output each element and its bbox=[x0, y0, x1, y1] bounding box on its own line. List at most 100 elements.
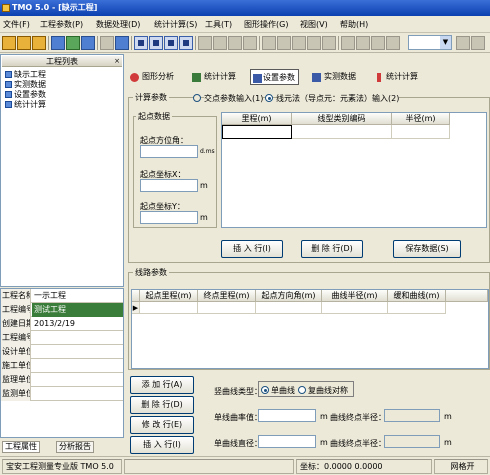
start-x-input[interactable] bbox=[140, 179, 198, 192]
close-icon[interactable]: × bbox=[114, 56, 120, 67]
menu-tools[interactable]: 工具(T) bbox=[205, 19, 232, 30]
property-row[interactable]: 工程编号:测试工程 bbox=[1, 303, 123, 317]
rotate-icon[interactable] bbox=[277, 36, 291, 50]
new-icon[interactable] bbox=[2, 36, 16, 50]
table-cell[interactable] bbox=[256, 302, 322, 314]
tree-item-measured[interactable]: 实测数据 bbox=[5, 80, 46, 89]
edit-row-button[interactable]: 修 改 行(E) bbox=[130, 416, 194, 434]
insert-row-button[interactable]: 插 入 行(I) bbox=[221, 240, 283, 258]
unit-label: m bbox=[320, 412, 328, 421]
tab-statistics[interactable]: 统计计算 bbox=[374, 69, 418, 85]
column-header[interactable]: 半径(m) bbox=[392, 113, 450, 125]
column-header[interactable]: 曲线半径(m) bbox=[322, 290, 388, 302]
start-data-legend: 起点数据 bbox=[136, 111, 172, 122]
property-row[interactable]: 监理单位: bbox=[1, 373, 123, 387]
grid-icon[interactable] bbox=[134, 36, 148, 50]
tab-design-calc[interactable]: 统计计算 bbox=[192, 69, 236, 85]
radio-compound-curve[interactable] bbox=[298, 386, 306, 394]
tab-project-properties[interactable]: 工程属性 bbox=[2, 441, 40, 453]
menu-help[interactable]: 帮助(H) bbox=[340, 19, 368, 30]
menu-project-params[interactable]: 工程参数(P) bbox=[40, 19, 83, 30]
curve-type-label: 竖曲线类型： bbox=[214, 387, 262, 396]
table-cell[interactable] bbox=[322, 302, 388, 314]
element-table[interactable]: 里程(m) 线型类别编码 半径(m) bbox=[221, 112, 487, 228]
zoom-in-icon[interactable] bbox=[341, 36, 355, 50]
radio-intersection[interactable] bbox=[193, 94, 201, 102]
menu-view[interactable]: 视图(V) bbox=[300, 19, 328, 30]
add-row-button[interactable]: 添 加 行(A) bbox=[130, 376, 194, 394]
open-icon[interactable] bbox=[17, 36, 31, 50]
insert-row-button-2[interactable]: 插 入 行(I) bbox=[130, 436, 194, 454]
column-header[interactable]: 终点里程(m) bbox=[198, 290, 256, 302]
delete-row-button-2[interactable]: 删 除 行(D) bbox=[130, 396, 194, 414]
property-row[interactable]: 工程编号: bbox=[1, 331, 123, 345]
pan-icon[interactable] bbox=[164, 36, 178, 50]
property-row[interactable]: 监测单位: bbox=[1, 387, 123, 401]
table-cell[interactable] bbox=[392, 125, 450, 139]
redo-icon[interactable] bbox=[322, 36, 336, 50]
route-table[interactable]: 起点里程(m) 终点里程(m) 起点方向角(m) 曲线半径(m) 缓和曲线(m)… bbox=[131, 289, 489, 369]
column-header[interactable]: 起点里程(m) bbox=[140, 290, 198, 302]
column-header[interactable]: 起点方向角(m) bbox=[256, 290, 322, 302]
tab-analysis-report[interactable]: 分析报告 bbox=[56, 441, 94, 453]
column-header-empty bbox=[446, 290, 488, 302]
copy-icon[interactable] bbox=[292, 36, 306, 50]
draw-arc-icon[interactable] bbox=[213, 36, 227, 50]
table-cell[interactable] bbox=[140, 302, 198, 314]
field1-input[interactable] bbox=[258, 409, 316, 422]
draw-line-icon[interactable] bbox=[198, 36, 212, 50]
select-icon[interactable] bbox=[179, 36, 193, 50]
tree-item-project[interactable]: 缺示工程 bbox=[5, 70, 46, 79]
table-cell[interactable] bbox=[222, 125, 292, 139]
delete-row-button[interactable]: 删 除 行(D) bbox=[301, 240, 363, 258]
property-row[interactable]: 设计单位: bbox=[1, 345, 123, 359]
tab-settings[interactable]: 设置参数 bbox=[250, 69, 299, 85]
chevron-down-icon[interactable]: ▼ bbox=[440, 36, 451, 49]
field3-input[interactable] bbox=[258, 435, 316, 448]
radio-element-label: 线元法（导点元：元素法）输入(2) bbox=[276, 93, 400, 104]
status-grid-mode: 网格开 bbox=[434, 459, 488, 474]
export-icon[interactable] bbox=[81, 36, 95, 50]
undo-icon[interactable] bbox=[307, 36, 321, 50]
refresh-icon[interactable] bbox=[456, 36, 470, 50]
field2-input[interactable] bbox=[384, 409, 440, 422]
zoom-window-icon[interactable] bbox=[371, 36, 385, 50]
menu-statistics[interactable]: 统计计算(S) bbox=[154, 19, 197, 30]
draw-poly-icon[interactable] bbox=[243, 36, 257, 50]
property-row[interactable]: 创建日期:2013/2/19 bbox=[1, 317, 123, 331]
radio-element[interactable] bbox=[265, 94, 273, 102]
column-header[interactable]: 线型类别编码 bbox=[292, 113, 392, 125]
tree-item-stats[interactable]: 统计计算 bbox=[5, 100, 46, 109]
menu-data-processing[interactable]: 数据处理(D) bbox=[96, 19, 140, 30]
field4-input[interactable] bbox=[384, 435, 440, 448]
start-y-input[interactable] bbox=[140, 211, 198, 224]
table-cell[interactable] bbox=[388, 302, 446, 314]
property-row[interactable]: 工程名称:一示工程 bbox=[1, 289, 123, 303]
save-data-button[interactable]: 保存数据(S) bbox=[393, 240, 461, 258]
table-cell[interactable] bbox=[198, 302, 256, 314]
radio-single-curve[interactable] bbox=[261, 386, 269, 394]
preview-icon[interactable] bbox=[115, 36, 129, 50]
column-header[interactable]: 缓和曲线(m) bbox=[388, 290, 446, 302]
print-icon[interactable] bbox=[100, 36, 114, 50]
menu-file[interactable]: 文件(F) bbox=[3, 19, 30, 30]
tab-measured-data[interactable]: 实测数据 bbox=[312, 69, 356, 85]
menu-graphics[interactable]: 图形操作(G) bbox=[244, 19, 288, 30]
zoom-extent-icon[interactable] bbox=[386, 36, 400, 50]
folder-icon[interactable] bbox=[32, 36, 46, 50]
tab-graphic-analysis[interactable]: 图形分析 bbox=[130, 69, 174, 85]
draw-rect-icon[interactable] bbox=[228, 36, 242, 50]
tree-item-settings[interactable]: 设置参数 bbox=[5, 90, 46, 99]
table-cell[interactable] bbox=[292, 125, 392, 139]
column-header[interactable]: 里程(m) bbox=[222, 113, 292, 125]
start-azimuth-input[interactable] bbox=[140, 145, 198, 158]
move-icon[interactable] bbox=[262, 36, 276, 50]
zoom-combo[interactable]: ▼ bbox=[408, 35, 452, 50]
import-icon[interactable] bbox=[66, 36, 80, 50]
current-row-icon: ▶ bbox=[132, 302, 140, 314]
snap-icon[interactable] bbox=[149, 36, 163, 50]
settings-icon[interactable] bbox=[471, 36, 485, 50]
save-icon[interactable] bbox=[51, 36, 65, 50]
zoom-out-icon[interactable] bbox=[356, 36, 370, 50]
property-row[interactable]: 施工单位: bbox=[1, 359, 123, 373]
